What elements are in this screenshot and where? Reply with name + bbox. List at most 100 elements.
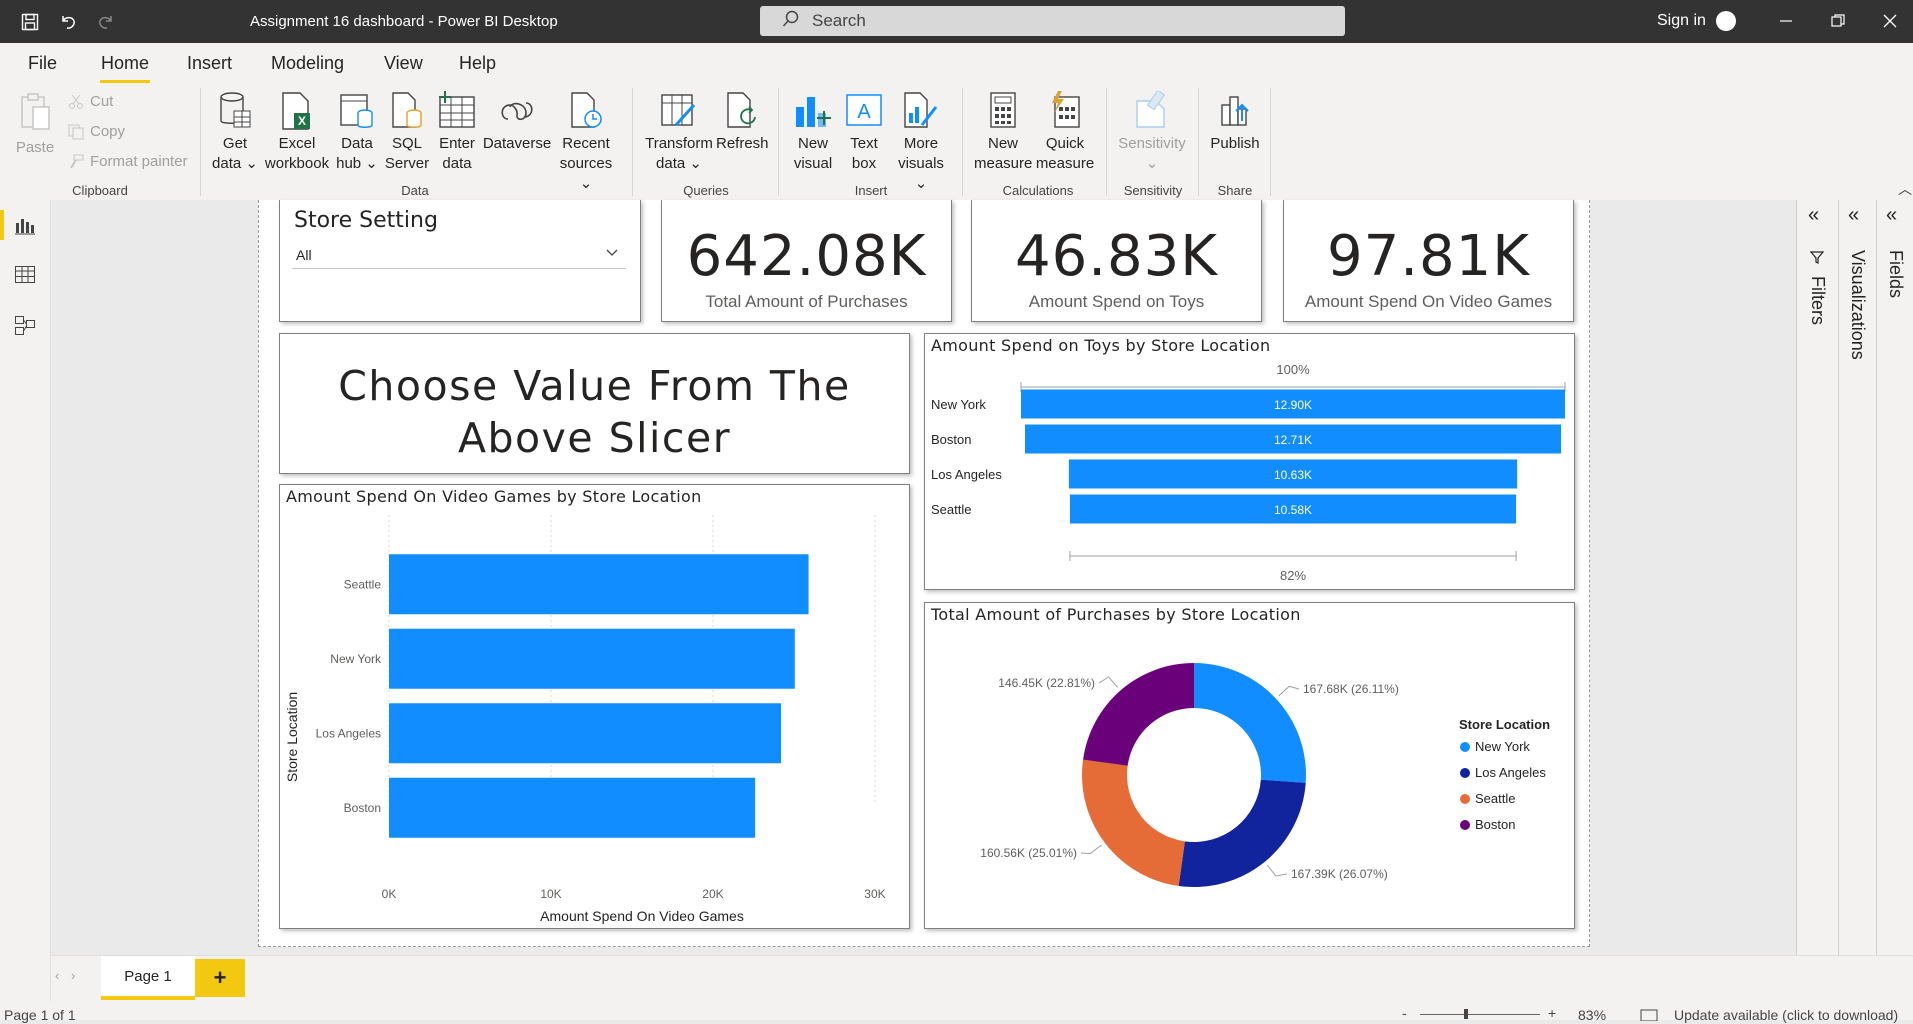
quick-measure-button[interactable]: Quick measure [1034, 90, 1096, 174]
transform-data-button[interactable]: Transform data ⌄ [643, 90, 715, 174]
donut-slice[interactable] [1082, 759, 1185, 886]
active-view-indicator [0, 210, 4, 240]
funnel-category-label: Boston [931, 432, 971, 447]
tab-help[interactable]: Help [459, 53, 496, 74]
recent-sources-button[interactable]: Recent sources ⌄ [554, 90, 618, 194]
tab-view[interactable]: View [384, 53, 423, 74]
donut-leader [1266, 864, 1288, 877]
tab-home[interactable]: Home [101, 53, 149, 74]
queries-group-label: Queries [683, 183, 729, 198]
collapse-ribbon-icon[interactable]: ︿ [1898, 179, 1912, 199]
kpi-card-video-games[interactable]: 97.81K Amount Spend On Video Games [1283, 200, 1574, 322]
funnel-data-label: 12.90K [1274, 398, 1312, 412]
visualizations-pane[interactable]: « Visualizations [1838, 200, 1877, 955]
kpi-card-toys[interactable]: 46.83K Amount Spend on Toys [971, 200, 1262, 322]
paste-button[interactable]: Paste [14, 90, 56, 158]
legend-item[interactable]: Boston [1475, 817, 1515, 832]
sql-label-1: SQL [391, 135, 422, 152]
sql-server-button[interactable]: SQL Server [382, 90, 432, 174]
search-icon [782, 10, 800, 33]
undo-icon[interactable] [56, 10, 80, 34]
zoom-slider[interactable] [1420, 1009, 1540, 1019]
chevron-down-icon [604, 244, 620, 263]
legend-item[interactable]: Seattle [1475, 791, 1515, 806]
dataverse-button[interactable]: Dataverse [482, 90, 552, 154]
recent-label-1: Recent [562, 135, 610, 152]
quick-measure-label-1: Quick [1045, 135, 1085, 152]
scroll-left-icon[interactable]: ‹ [55, 968, 59, 983]
copy-button[interactable]: Copy [68, 123, 125, 140]
search-input[interactable]: Search [760, 6, 1345, 36]
more-visuals-label-2: visuals ⌄ [898, 155, 944, 192]
recent-sources-icon [565, 90, 607, 132]
fields-pane[interactable]: « Fields [1876, 200, 1913, 955]
donut-data-label: 167.39K (26.07%) [1291, 867, 1388, 881]
get-data-button[interactable]: Get data ⌄ [210, 90, 260, 174]
bar[interactable] [389, 777, 756, 838]
donut-slice[interactable] [1178, 779, 1306, 887]
data-view-icon[interactable] [14, 264, 36, 286]
zoom-level: 83% [1578, 1007, 1607, 1023]
instruction-text: Choose Value From The Above Slicer [280, 360, 909, 464]
new-measure-label-1: New [987, 135, 1018, 152]
avatar[interactable] [1716, 11, 1736, 31]
zoom-slider-handle[interactable] [1464, 1009, 1468, 1019]
bar[interactable] [389, 628, 795, 689]
tab-modeling[interactable]: Modeling [271, 53, 344, 74]
toys-funnel-chart[interactable]: Amount Spend on Toys by Store Location 1… [924, 333, 1575, 590]
legend-item[interactable]: New York [1475, 739, 1530, 754]
refresh-button[interactable]: Refresh [716, 90, 769, 154]
tab-file[interactable]: File [28, 53, 57, 74]
filters-pane[interactable]: « Filters [1796, 200, 1839, 955]
expand-fields-icon[interactable]: « [1886, 204, 1897, 227]
restore-icon[interactable] [1826, 9, 1850, 33]
data-hub-button[interactable]: Data hub ⌄ [334, 90, 380, 174]
kpi-card-total-purchases[interactable]: 642.08K Total Amount of Purchases [661, 200, 952, 322]
enter-data-button[interactable]: Enter data [434, 90, 480, 174]
new-measure-button[interactable]: New measure [974, 90, 1032, 174]
bar[interactable] [389, 554, 809, 615]
slicer-dropdown[interactable]: All [292, 242, 626, 269]
cut-button[interactable]: Cut [68, 93, 113, 110]
minimize-icon[interactable] [1774, 9, 1798, 33]
legend-item[interactable]: Los Angeles [1475, 765, 1546, 780]
redo-icon[interactable] [94, 10, 118, 34]
page-tab-1[interactable]: Page 1 [101, 956, 195, 1000]
bar[interactable] [389, 703, 782, 764]
sign-in-link[interactable]: Sign in [1657, 12, 1706, 30]
donut-slice[interactable] [1083, 663, 1194, 766]
store-setting-slicer[interactable]: Store Setting All [279, 200, 641, 322]
add-page-button[interactable]: + [195, 959, 245, 997]
new-visual-button[interactable]: New visual [790, 90, 836, 174]
expand-filters-icon[interactable]: « [1808, 204, 1819, 227]
more-visuals-button[interactable]: More visuals ⌄ [890, 90, 952, 194]
tab-insert[interactable]: Insert [187, 53, 232, 74]
close-icon[interactable] [1878, 9, 1902, 33]
expand-visualizations-icon[interactable]: « [1848, 204, 1859, 227]
y-tick-label: Boston [344, 801, 381, 815]
format-painter-button[interactable]: Format painter [68, 153, 188, 170]
text-box-button[interactable]: A Text box [842, 90, 886, 174]
calculator-icon [982, 90, 1024, 132]
sensitivity-label: Sensitivity [1118, 135, 1186, 152]
fit-page-icon[interactable] [1640, 1007, 1658, 1024]
report-view-icon[interactable] [14, 214, 36, 236]
legend-marker [1460, 820, 1470, 830]
excel-workbook-button[interactable]: X Excel workbook [262, 90, 332, 174]
zoom-out-button[interactable]: - [1402, 1005, 1407, 1021]
instruction-text-box[interactable]: Choose Value From The Above Slicer [279, 333, 910, 474]
text-box-label-1: Text [850, 135, 878, 152]
zoom-in-button[interactable]: + [1548, 1005, 1556, 1021]
scroll-right-icon[interactable]: › [71, 968, 75, 983]
video-games-bar-chart[interactable]: Amount Spend On Video Games by Store Loc… [279, 484, 910, 929]
excel-icon: X [276, 90, 318, 132]
donut-slice[interactable] [1194, 663, 1306, 783]
publish-button[interactable]: Publish [1206, 90, 1264, 154]
save-icon[interactable] [18, 10, 42, 34]
search-placeholder: Search [812, 11, 866, 30]
model-view-icon[interactable] [14, 314, 36, 336]
update-available-link[interactable]: Update available (click to download) [1674, 1007, 1898, 1023]
sensitivity-button[interactable]: Sensitivity ⌄ [1114, 90, 1190, 174]
purchases-donut-chart[interactable]: Total Amount of Purchases by Store Locat… [924, 602, 1575, 929]
get-data-label-2: data ⌄ [212, 155, 258, 172]
